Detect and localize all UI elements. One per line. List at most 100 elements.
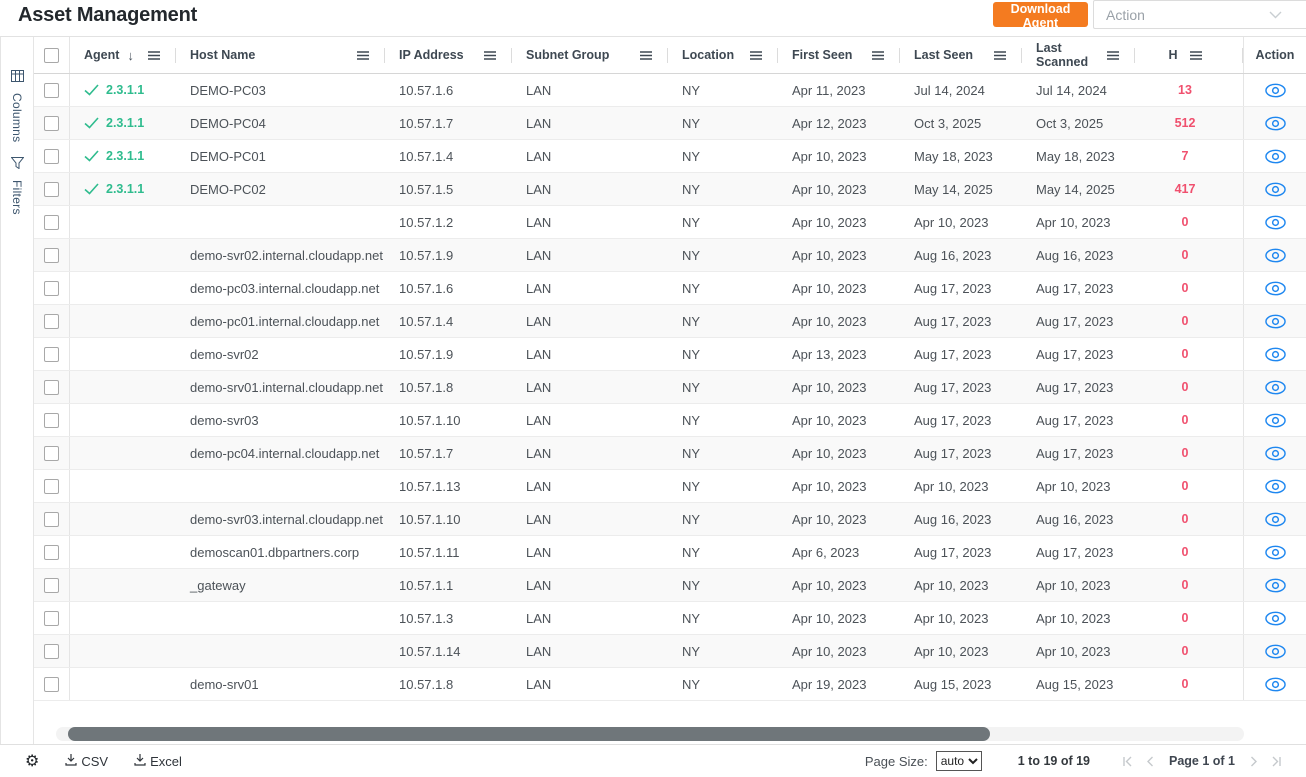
sort-desc-icon[interactable]: ↓ [127,48,134,63]
column-header-location[interactable]: Location [682,48,734,62]
column-header-ip-address[interactable]: IP Address [399,48,464,62]
host-name: DEMO-PC02 [176,173,385,205]
h-count: 7 [1135,140,1243,172]
export-excel-button[interactable]: Excel [134,753,182,769]
table-row: 10.57.1.14 LAN NY Apr 10, 2023 Apr 10, 2… [34,635,1306,668]
column-menu-icon[interactable] [357,51,369,60]
column-menu-icon[interactable] [640,51,652,60]
last-scanned: Aug 17, 2023 [1022,404,1135,436]
last-seen: Apr 10, 2023 [900,569,1022,601]
row-checkbox[interactable] [44,578,59,593]
row-checkbox[interactable] [44,314,59,329]
view-asset-eye-icon[interactable] [1265,83,1286,98]
view-asset-eye-icon[interactable] [1265,512,1286,527]
sidebar-tab-filters[interactable]: Filters [10,156,24,215]
view-asset-eye-icon[interactable] [1265,413,1286,428]
row-checkbox[interactable] [44,677,59,692]
column-header-last-seen[interactable]: Last Seen [914,48,973,62]
row-checkbox[interactable] [44,281,59,296]
scrollbar-thumb[interactable] [68,727,990,741]
row-checkbox[interactable] [44,182,59,197]
row-checkbox[interactable] [44,446,59,461]
host-name: DEMO-PC04 [176,107,385,139]
column-menu-icon[interactable] [1107,51,1119,60]
view-asset-eye-icon[interactable] [1265,578,1286,593]
ip-address: 10.57.1.14 [385,635,512,667]
subnet-group: LAN [512,239,668,271]
row-checkbox[interactable] [44,611,59,626]
view-asset-eye-icon[interactable] [1265,281,1286,296]
table-row: 10.57.1.3 LAN NY Apr 10, 2023 Apr 10, 20… [34,602,1306,635]
subnet-group: LAN [512,107,668,139]
view-asset-eye-icon[interactable] [1265,479,1286,494]
view-asset-eye-icon[interactable] [1265,116,1286,131]
first-seen: Apr 10, 2023 [778,404,900,436]
view-asset-eye-icon[interactable] [1265,182,1286,197]
view-asset-eye-icon[interactable] [1265,446,1286,461]
host-name: demo-svr02.internal.cloudapp.net [176,239,385,271]
view-asset-eye-icon[interactable] [1265,215,1286,230]
column-menu-icon[interactable] [750,51,762,60]
row-checkbox[interactable] [44,83,59,98]
last-seen: Aug 17, 2023 [900,437,1022,469]
row-checkbox[interactable] [44,380,59,395]
column-menu-icon[interactable] [148,51,160,60]
host-name: demo-pc01.internal.cloudapp.net [176,305,385,337]
action-dropdown[interactable]: Action [1093,0,1306,29]
h-count: 0 [1135,272,1243,304]
column-header-host-name[interactable]: Host Name [190,48,255,62]
horizontal-scrollbar[interactable] [56,727,1244,741]
view-asset-eye-icon[interactable] [1265,248,1286,263]
row-checkbox[interactable] [44,545,59,560]
column-menu-icon[interactable] [1190,51,1202,60]
row-checkbox[interactable] [44,248,59,263]
next-page-button[interactable] [1250,756,1258,767]
first-seen: Apr 10, 2023 [778,635,900,667]
previous-page-button[interactable] [1146,756,1154,767]
view-asset-eye-icon[interactable] [1265,545,1286,560]
ip-address: 10.57.1.5 [385,173,512,205]
view-asset-eye-icon[interactable] [1265,347,1286,362]
location: NY [668,404,778,436]
row-checkbox[interactable] [44,149,59,164]
row-checkbox[interactable] [44,413,59,428]
row-checkbox[interactable] [44,215,59,230]
download-agent-button[interactable]: Download Agent [993,2,1088,27]
subnet-group: LAN [512,404,668,436]
table-row: 10.57.1.2 LAN NY Apr 10, 2023 Apr 10, 20… [34,206,1306,239]
column-header-agent[interactable]: Agent [84,48,119,62]
column-header-h[interactable]: H [1168,48,1177,62]
export-csv-button[interactable]: CSV [65,753,108,769]
view-asset-eye-icon[interactable] [1265,314,1286,329]
gear-icon[interactable]: ⚙ [25,753,39,769]
first-page-button[interactable] [1122,756,1133,767]
last-seen: May 14, 2025 [900,173,1022,205]
ip-address: 10.57.1.10 [385,404,512,436]
location: NY [668,74,778,106]
view-asset-eye-icon[interactable] [1265,380,1286,395]
column-menu-icon[interactable] [994,51,1006,60]
row-checkbox[interactable] [44,347,59,362]
sidebar-tab-columns[interactable]: Columns [10,69,24,142]
view-asset-eye-icon[interactable] [1265,611,1286,626]
column-header-subnet-group[interactable]: Subnet Group [526,48,609,62]
view-asset-eye-icon[interactable] [1265,677,1286,692]
view-asset-eye-icon[interactable] [1265,644,1286,659]
last-seen: Apr 10, 2023 [900,206,1022,238]
row-checkbox[interactable] [44,644,59,659]
last-page-button[interactable] [1271,756,1282,767]
first-seen: Apr 10, 2023 [778,173,900,205]
ip-address: 10.57.1.7 [385,107,512,139]
column-header-first-seen[interactable]: First Seen [792,48,852,62]
row-checkbox[interactable] [44,116,59,131]
page-size-select[interactable]: auto [936,751,982,771]
table-body: 2.3.1.1 DEMO-PC03 10.57.1.6 LAN NY Apr 1… [34,74,1306,701]
last-seen: Aug 17, 2023 [900,272,1022,304]
row-checkbox[interactable] [44,479,59,494]
column-menu-icon[interactable] [484,51,496,60]
select-all-checkbox[interactable] [44,48,59,63]
column-menu-icon[interactable] [872,51,884,60]
row-checkbox[interactable] [44,512,59,527]
column-header-last-scanned[interactable]: Last Scanned [1036,41,1107,69]
view-asset-eye-icon[interactable] [1265,149,1286,164]
